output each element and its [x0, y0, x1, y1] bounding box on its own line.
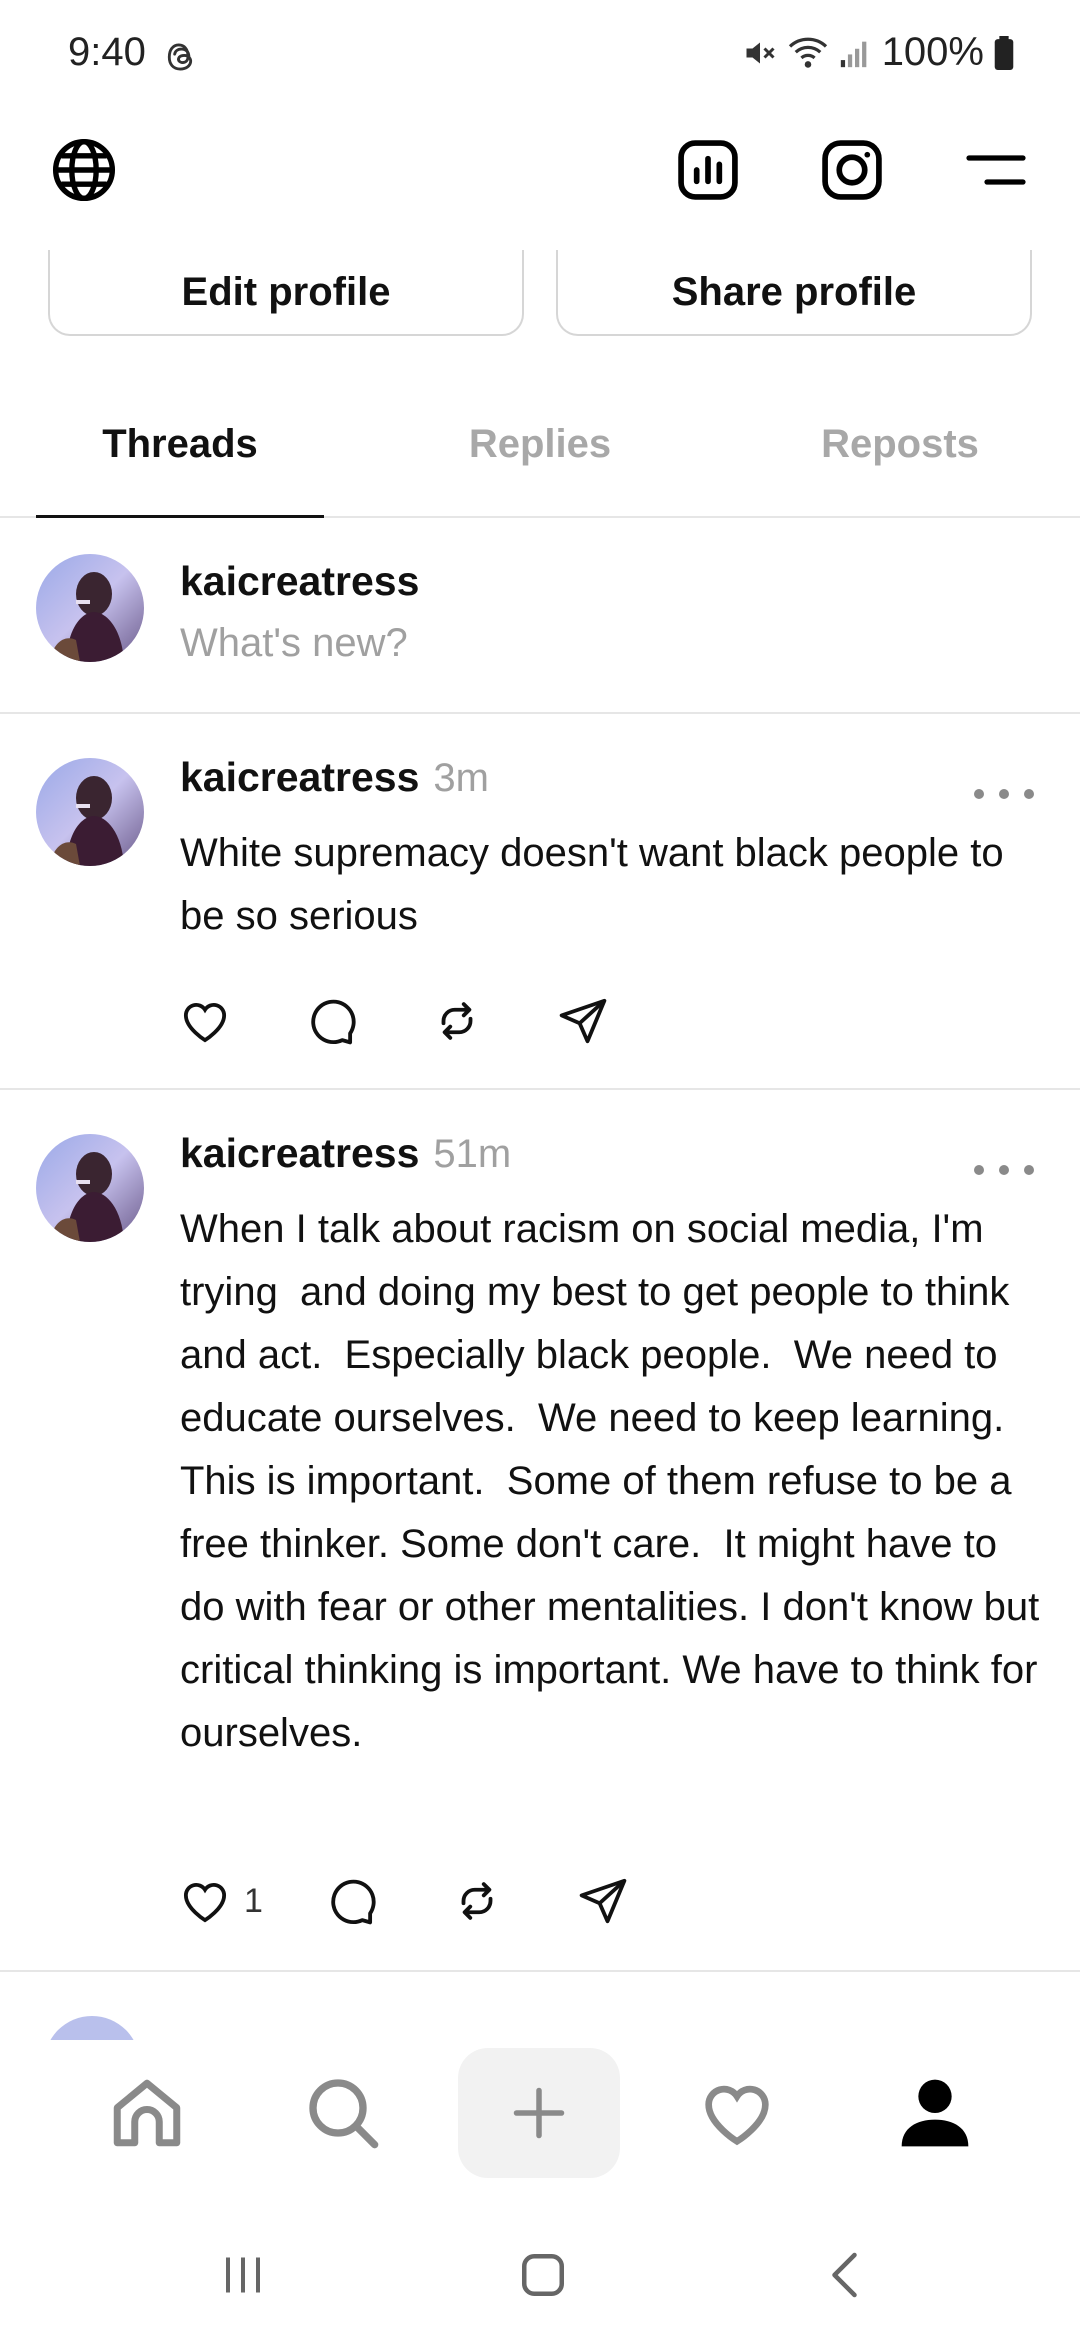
- thread-post: kaicreatress 3m White supremacy doesn't …: [0, 714, 1080, 1090]
- instagram-icon[interactable]: [812, 130, 892, 210]
- tab-replies[interactable]: Replies: [360, 422, 720, 467]
- bottom-navigation: [0, 2040, 1080, 2190]
- repost-icon: [441, 1002, 473, 1040]
- activity-icon[interactable]: [682, 2058, 792, 2168]
- back-icon[interactable]: [812, 2240, 882, 2310]
- post-username[interactable]: kaicreatress: [180, 1130, 419, 1177]
- battery-percent: 100%: [881, 30, 984, 74]
- send-icon: [579, 1878, 627, 1924]
- comment-button[interactable]: [304, 994, 358, 1048]
- post-text: When I talk about racism on social media…: [180, 1207, 1051, 1755]
- composer-username: kaicreatress: [180, 558, 420, 604]
- profile-tabs: Threads Replies Reposts: [0, 400, 1080, 518]
- insights-icon[interactable]: [668, 130, 748, 210]
- status-time: 9:40: [68, 30, 146, 74]
- post-timestamp: 51m: [433, 1132, 512, 1176]
- post-text: White supremacy doesn't want black peopl…: [180, 831, 1015, 938]
- share-profile-button[interactable]: Share profile: [556, 250, 1032, 336]
- search-icon[interactable]: [288, 2058, 398, 2168]
- signal-icon: [840, 41, 867, 67]
- recents-icon[interactable]: [208, 2240, 278, 2310]
- comment-button[interactable]: [324, 1874, 378, 1928]
- partial-post: [0, 1972, 1080, 2042]
- like-count: 1: [244, 1882, 263, 1920]
- profile-icon[interactable]: [880, 2058, 990, 2168]
- composer-placeholder[interactable]: What's new?: [180, 621, 408, 666]
- tab-threads[interactable]: Threads: [0, 422, 360, 467]
- threads-notification-icon: [167, 43, 193, 71]
- tab-reposts[interactable]: Reposts: [720, 422, 1080, 467]
- like-button[interactable]: [178, 994, 232, 1048]
- avatar[interactable]: [36, 554, 144, 662]
- home-icon[interactable]: [92, 2058, 202, 2168]
- wifi-icon: [788, 37, 827, 68]
- home-button-icon[interactable]: [508, 2240, 578, 2310]
- post-username[interactable]: kaicreatress: [180, 754, 419, 801]
- more-options-icon[interactable]: [974, 784, 1034, 804]
- repost-button[interactable]: [450, 1874, 504, 1928]
- system-navigation: [0, 2190, 1080, 2340]
- avatar[interactable]: [36, 758, 144, 866]
- new-thread-composer[interactable]: kaicreatress What's new?: [0, 518, 1080, 714]
- globe-icon[interactable]: [44, 130, 124, 210]
- battery-icon: [994, 35, 1014, 70]
- share-button[interactable]: [576, 1874, 630, 1928]
- thread-post: kaicreatress 51m When I talk about racis…: [0, 1090, 1080, 1972]
- menu-icon[interactable]: [956, 130, 1036, 210]
- heart-icon: [183, 1003, 227, 1043]
- post-timestamp: 3m: [433, 756, 489, 800]
- avatar[interactable]: [44, 2016, 140, 2042]
- comment-icon: [331, 1879, 376, 1925]
- heart-icon: [183, 1883, 227, 1923]
- comment-icon: [311, 999, 356, 1045]
- profile-header: [0, 130, 1080, 220]
- repost-icon: [461, 1882, 493, 1920]
- create-icon[interactable]: [458, 2048, 620, 2178]
- edit-profile-button[interactable]: Edit profile: [48, 250, 524, 336]
- like-button[interactable]: 1: [178, 1874, 263, 1928]
- more-options-icon[interactable]: [974, 1160, 1034, 1180]
- share-button[interactable]: [556, 994, 610, 1048]
- repost-button[interactable]: [430, 994, 484, 1048]
- send-icon: [559, 998, 607, 1044]
- avatar[interactable]: [36, 1134, 144, 1242]
- mute-icon: [746, 42, 775, 63]
- status-bar: 9:40 100%: [0, 0, 1080, 110]
